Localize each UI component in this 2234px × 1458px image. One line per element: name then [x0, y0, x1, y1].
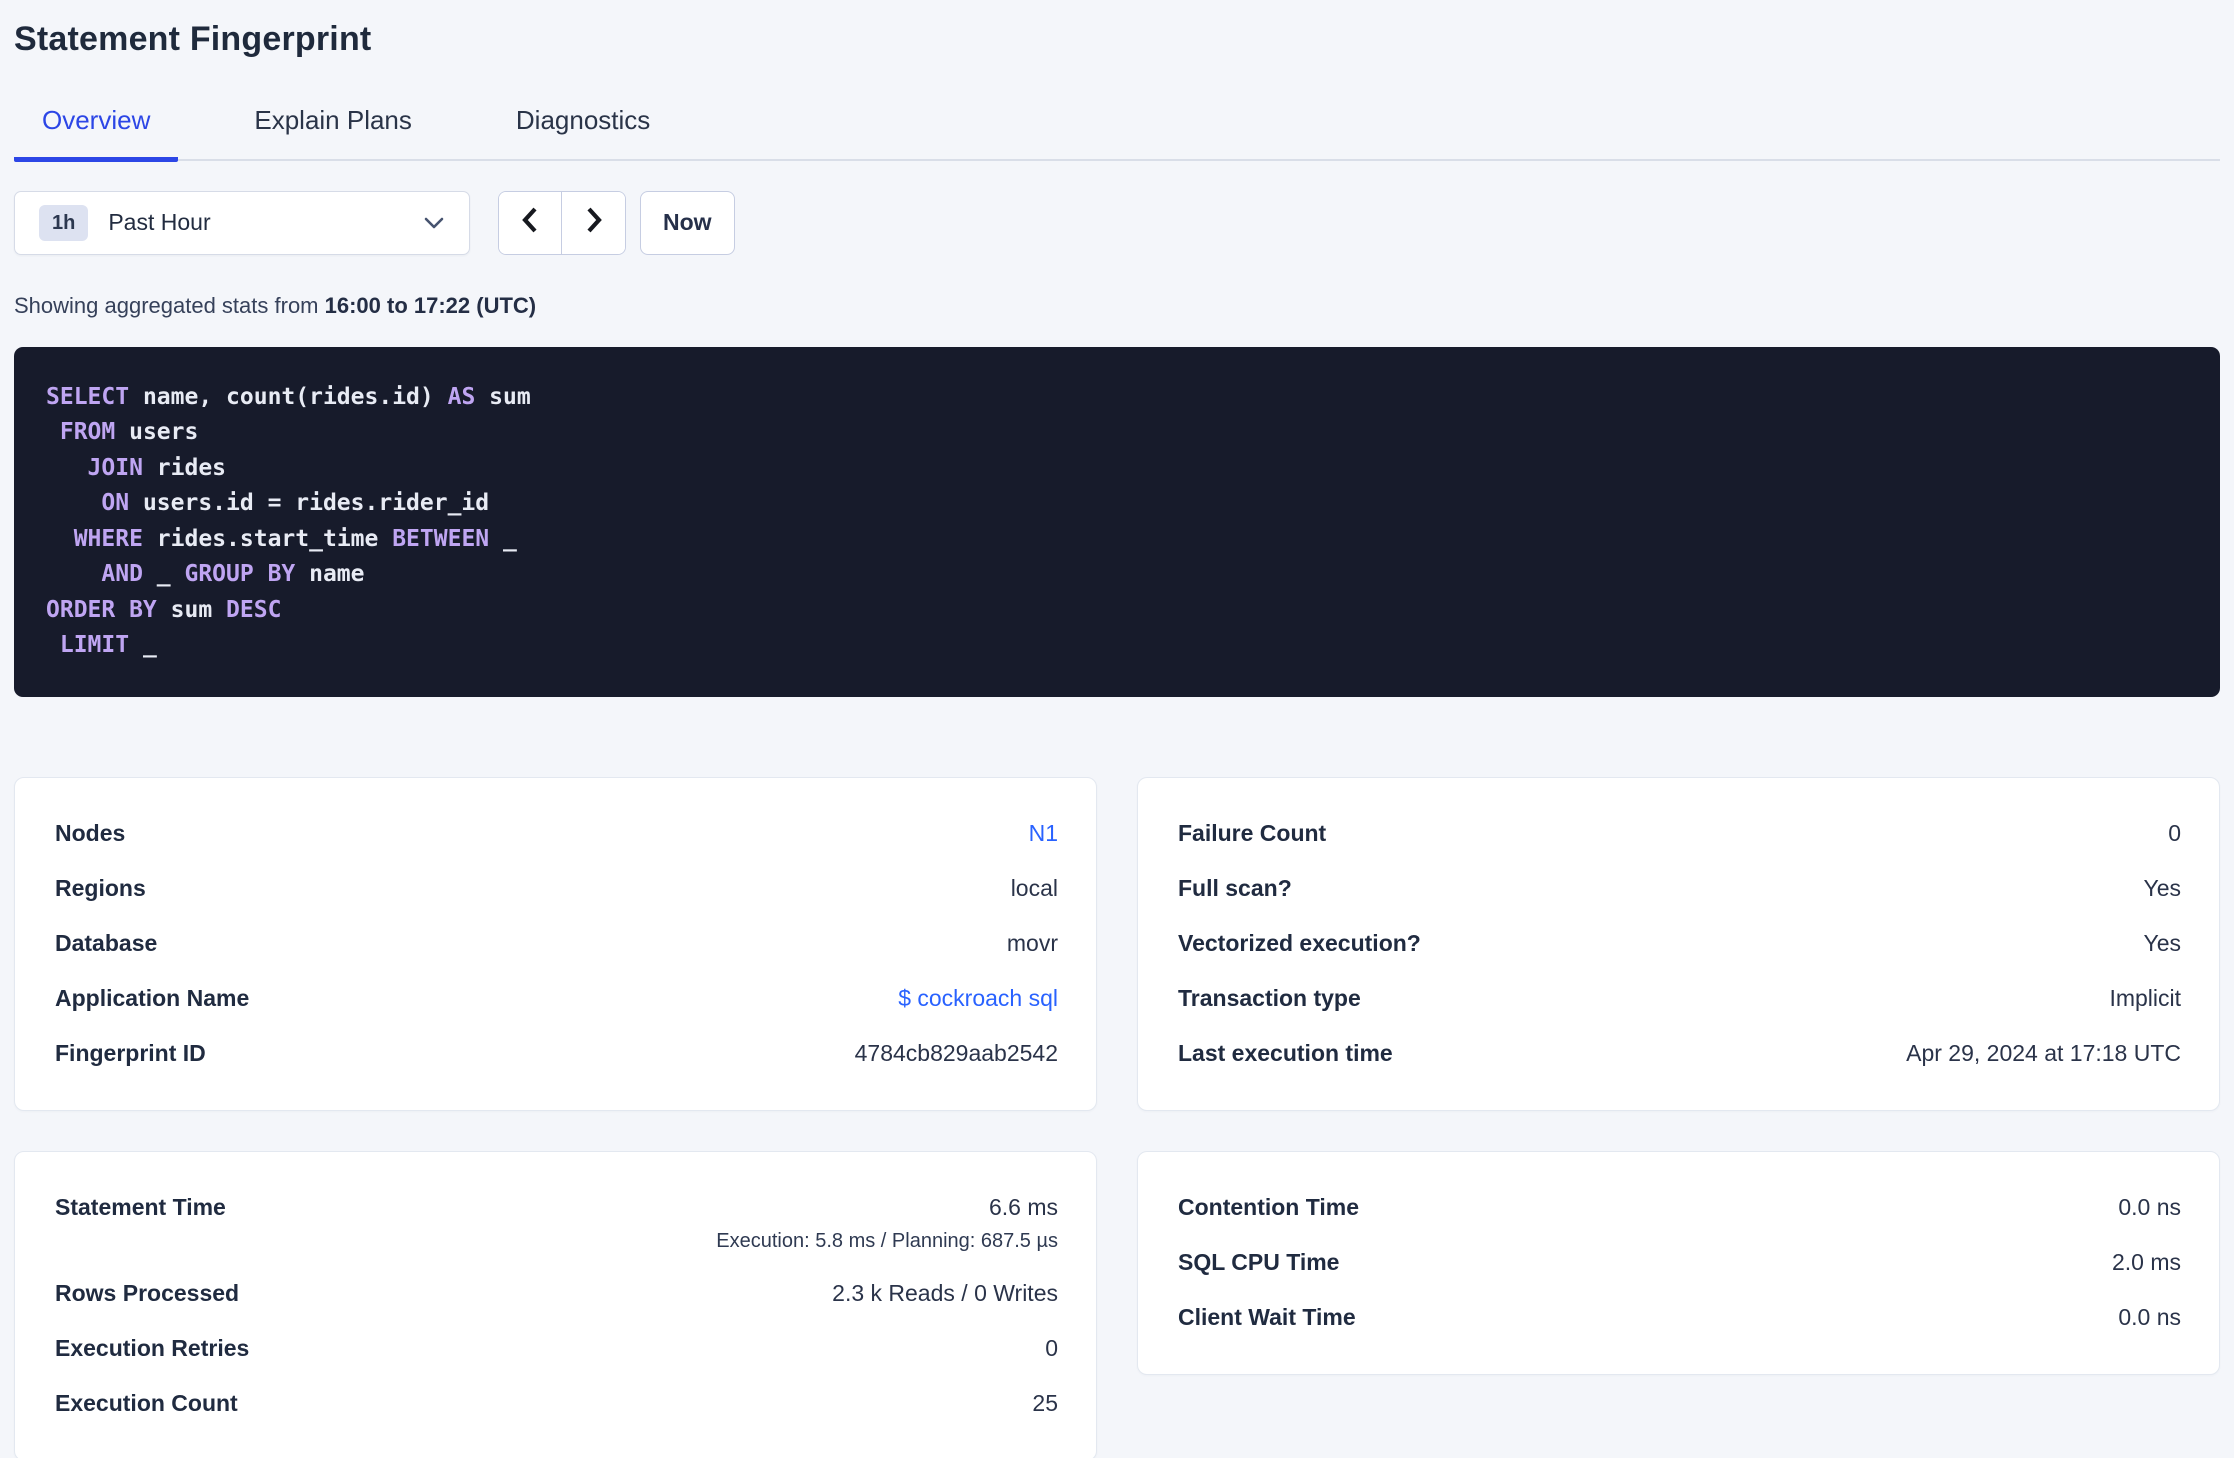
stat-row-execution-retries: Execution Retries 0 [55, 1333, 1058, 1363]
stat-label: Statement Time [55, 1193, 226, 1220]
stat-label: Rows Processed [55, 1279, 240, 1306]
info-cards-row: Nodes N1 Regions local Database movr App… [14, 776, 2220, 1111]
sql-line: ON users.id = rides.rider_id [101, 490, 490, 516]
stat-row-transaction-type: Transaction type Implicit [1178, 983, 2181, 1013]
stat-value: Apr 29, 2024 at 17:18 UTC [1906, 1039, 2181, 1066]
sql-line: ORDER BY sum DESC [46, 596, 282, 623]
stat-value: local [1010, 874, 1058, 901]
tab-explain-plans[interactable]: Explain Plans [226, 105, 440, 162]
tab-bar: Overview Explain Plans Diagnostics [14, 105, 2220, 162]
stat-label: Execution Count [55, 1389, 238, 1416]
stat-label: Fingerprint ID [55, 1039, 206, 1066]
perf-cards-row: Statement Time 6.6 ms Execution: 5.8 ms … [14, 1150, 2220, 1458]
sql-statement-box: SELECT name, count(rides.id) AS sum FROM… [14, 346, 2220, 697]
aggregated-stats-range: 16:00 to 17:22 (UTC) [324, 292, 537, 318]
stat-value: 2.0 ms [2111, 1248, 2181, 1275]
sql-line: AND _ GROUP BY name [101, 561, 365, 587]
page-container: Statement Fingerprint Overview Explain P… [14, 0, 2220, 1458]
stat-value: 25 [1032, 1389, 1058, 1416]
stat-value: Yes [2143, 874, 2181, 901]
stat-label: Execution Retries [55, 1334, 250, 1361]
application-name-link[interactable]: $ cockroach sql [898, 983, 1058, 1013]
stat-value: movr [1006, 929, 1058, 956]
stat-row-statement-time: Statement Time 6.6 ms Execution: 5.8 ms … [55, 1192, 1058, 1253]
stat-value: 4784cb829aab2542 [854, 1039, 1058, 1066]
tab-overview[interactable]: Overview [14, 105, 179, 162]
sql-line: LIMIT _ [59, 632, 157, 658]
stat-label: Regions [55, 874, 146, 901]
previous-time-button[interactable] [499, 191, 562, 254]
stat-label: Full scan? [1178, 874, 1292, 901]
stat-label: Database [55, 929, 158, 956]
stat-row-application-name: Application Name $ cockroach sql [55, 983, 1058, 1013]
stat-label: Contention Time [1178, 1193, 1360, 1220]
chevron-left-icon [520, 205, 540, 240]
stat-row-client-wait-time: Client Wait Time 0.0 ns [1178, 1302, 2181, 1332]
stat-value: 0.0 ns [2118, 1193, 2181, 1220]
stat-label: Vectorized execution? [1178, 929, 1421, 956]
stat-value: Implicit [2109, 984, 2181, 1011]
time-step-buttons [498, 190, 626, 255]
stat-label: Last execution time [1178, 1039, 1393, 1066]
stat-label: Failure Count [1178, 819, 1327, 846]
chevron-down-icon [423, 216, 445, 230]
aggregated-stats-prefix: Showing aggregated stats from [14, 292, 325, 318]
stat-row-contention-time: Contention Time 0.0 ns [1178, 1192, 2181, 1222]
sql-line: SELECT name, count(rides.id) AS sum [46, 383, 531, 410]
stat-label: Client Wait Time [1178, 1303, 1356, 1330]
time-controls: 1h Past Hour Now [14, 190, 2220, 255]
stat-row-full-scan: Full scan? Yes [1178, 873, 2181, 903]
stat-row-rows-processed: Rows Processed 2.3 k Reads / 0 Writes [55, 1278, 1058, 1308]
sql-line: WHERE rides.start_time BETWEEN _ [73, 525, 517, 552]
stat-row-last-execution-time: Last execution time Apr 29, 2024 at 17:1… [1178, 1038, 2181, 1068]
stat-value: Yes [2143, 929, 2181, 956]
stat-value: 6.6 ms [988, 1193, 1058, 1220]
stat-row-vectorized: Vectorized execution? Yes [1178, 928, 2181, 958]
tab-diagnostics[interactable]: Diagnostics [488, 105, 678, 162]
time-range-dropdown[interactable]: 1h Past Hour [14, 190, 470, 255]
time-range-label: Past Hour [108, 209, 211, 235]
wait-time-card: Contention Time 0.0 ns SQL CPU Time 2.0 … [1137, 1150, 2220, 1375]
stat-value: 2.3 k Reads / 0 Writes [832, 1279, 1058, 1306]
stat-row-sql-cpu-time: SQL CPU Time 2.0 ms [1178, 1247, 2181, 1277]
stat-row-regions: Regions local [55, 873, 1058, 903]
stat-label: Transaction type [1178, 984, 1361, 1011]
sql-line: FROM users [59, 419, 199, 445]
stat-value: 0.0 ns [2118, 1303, 2181, 1330]
now-button[interactable]: Now [640, 190, 735, 255]
stat-value: 0 [2168, 819, 2181, 846]
page-title: Statement Fingerprint [14, 20, 372, 58]
stat-row-failure-count: Failure Count 0 [1178, 818, 2181, 848]
stat-label: Application Name [55, 984, 250, 1011]
stat-label: Nodes [55, 819, 126, 846]
stat-value: 0 [1045, 1334, 1058, 1361]
statement-info-card: Nodes N1 Regions local Database movr App… [14, 776, 1097, 1111]
aggregated-stats-note: Showing aggregated stats from 16:00 to 1… [14, 293, 2220, 319]
chevron-right-icon [584, 205, 604, 240]
stat-row-database: Database movr [55, 928, 1058, 958]
sql-line: JOIN rides [87, 454, 227, 481]
nodes-link[interactable]: N1 [1029, 818, 1058, 848]
stat-row-fingerprint-id: Fingerprint ID 4784cb829aab2542 [55, 1038, 1058, 1068]
stat-row-execution-count: Execution Count 25 [55, 1388, 1058, 1418]
stat-label: SQL CPU Time [1178, 1248, 1340, 1275]
statement-time-card: Statement Time 6.6 ms Execution: 5.8 ms … [14, 1150, 1097, 1458]
time-range-badge: 1h [39, 204, 89, 241]
stat-subvalue: Execution: 5.8 ms / Planning: 687.5 µs [716, 1229, 1058, 1252]
next-time-button[interactable] [562, 191, 625, 254]
stat-row-nodes: Nodes N1 [55, 818, 1058, 848]
execution-attributes-card: Failure Count 0 Full scan? Yes Vectorize… [1137, 776, 2220, 1111]
